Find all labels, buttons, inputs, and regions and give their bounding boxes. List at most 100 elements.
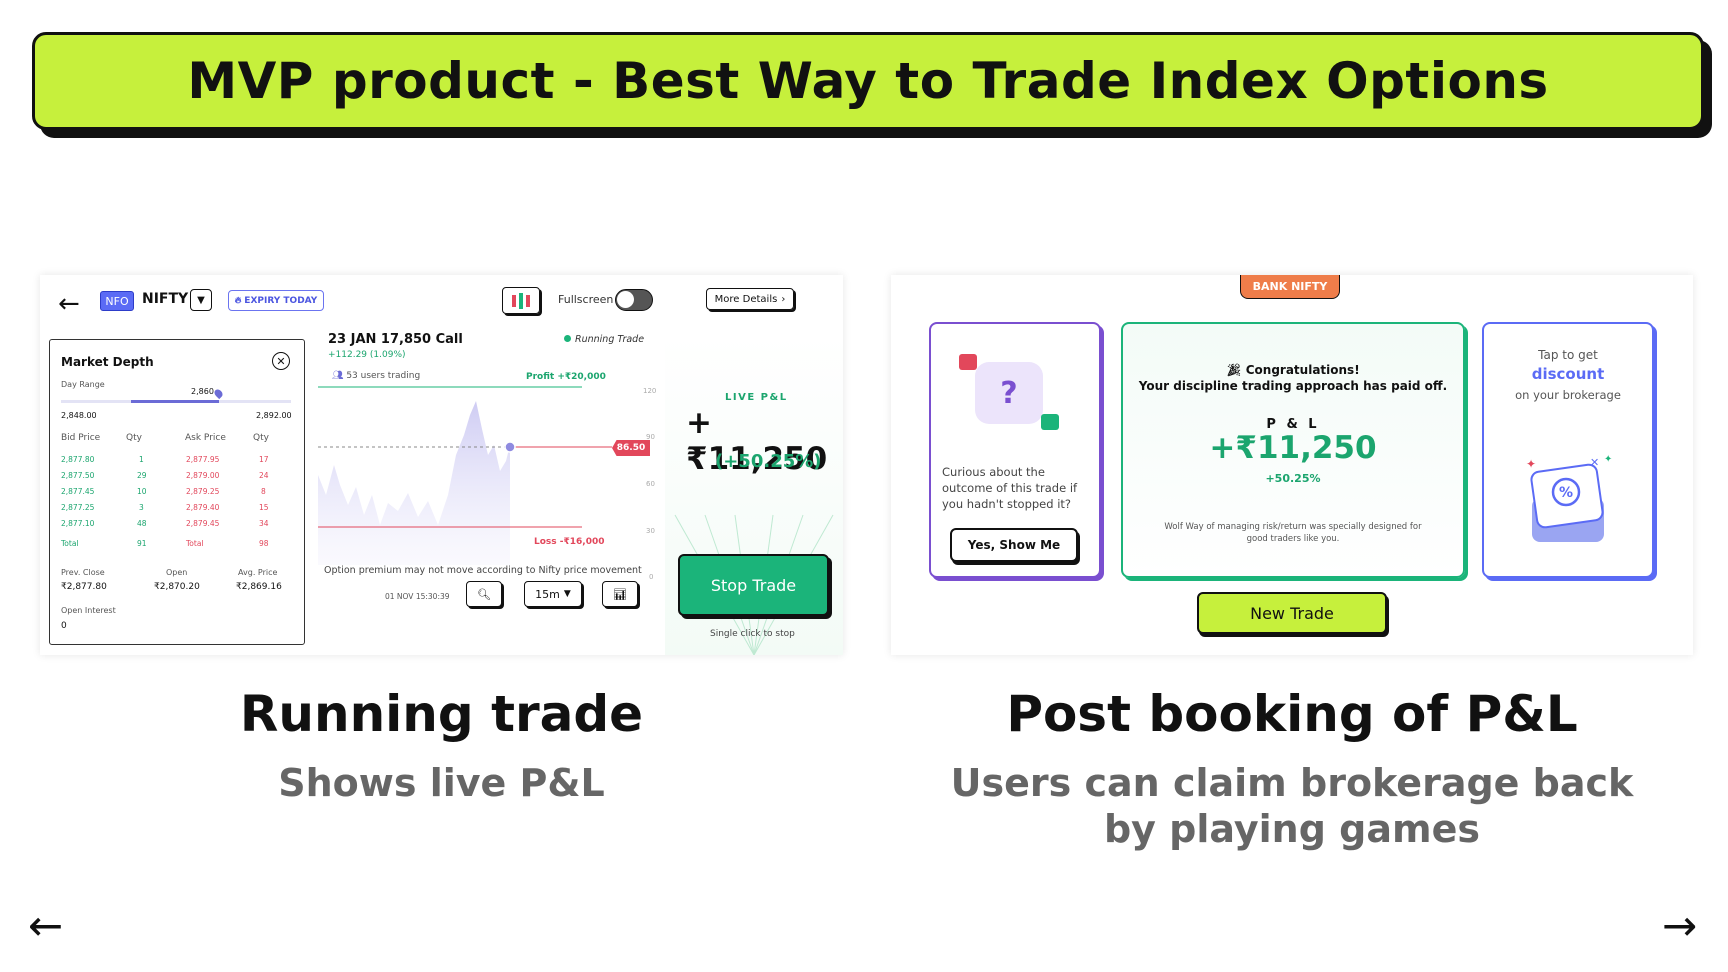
bank-nifty-tag: BANK NIFTY [1240,275,1340,299]
more-details-button[interactable]: More Details › [706,288,794,310]
post-booking-subcaption: Users can claim brokerage back by playin… [950,761,1634,851]
total-bid-label: Total [61,539,79,548]
depth-row: 2,877.10 48 2,879.45 34 [61,519,293,534]
banner-title: MVP product - Best Way to Trade Index Op… [187,52,1549,110]
loss-limit-label: Loss -₹16,000 [534,537,605,547]
sparkle-icon: ✦ [1526,457,1536,471]
question-bubble-icon: ? [975,362,1043,424]
back-arrow-icon[interactable]: ← [58,289,80,319]
ask-qty: 34 [259,519,269,528]
pl-value: +₹11,250 [1209,430,1377,466]
ask-price: 2,879.25 [186,487,220,496]
congrats-title: 🎉︎ Congratulations! Your discipline trad… [1123,362,1463,394]
ask-qty: 24 [259,471,269,480]
toggle-knob [617,291,634,308]
yes-show-me-button[interactable]: Yes, Show Me [950,528,1078,562]
bid-price: 2,877.50 [61,471,95,480]
congrats-heading: Congratulations! [1245,363,1360,377]
thumbs-up-icon [1041,414,1059,430]
header-bid-price: Bid Price [61,433,101,443]
bid-price: 2,877.10 [61,519,95,528]
profit-target-label: Profit +₹20,000 [526,372,606,382]
day-range-bar [61,400,291,403]
ask-qty: 15 [259,503,269,512]
post-booking-caption: Post booking of P&L [1006,685,1578,743]
congrats-line-2: Your discipline trading approach has pai… [1138,379,1448,393]
bid-qty: 10 [137,487,147,496]
next-slide-arrow-icon[interactable]: → [1662,905,1697,947]
open-value: ₹2,870.20 [154,582,200,592]
previous-slide-arrow-icon[interactable]: ← [28,905,63,947]
expiry-label: EXPIRY TODAY [244,295,318,306]
day-high: 2,892.00 [256,411,292,420]
day-low: 2,848.00 [61,411,97,420]
current-price-dot [504,441,516,453]
running-trade-subcaption: Shows live P&L [278,761,605,805]
running-trade-screen: ← NFO NIFTY ▼ 🔥︎ EXPIRY TODAY Fullscreen … [40,275,843,655]
total-ask-qty: 98 [259,539,269,548]
candlestick-chart-button[interactable] [502,287,540,314]
bid-qty: 29 [137,471,147,480]
brokerage-label: on your brokerage [1515,388,1621,402]
price-chart [318,386,612,565]
ask-price: 2,879.00 [186,471,220,480]
interval-dropdown[interactable]: 15m ▼ [524,581,582,607]
discount-gift-icon: % ✦ ✕ ✦ [1526,454,1612,542]
depth-row: 2,877.50 29 2,879.00 24 [61,471,293,486]
discount-card[interactable]: Tap to get discount on your brokerage % … [1482,322,1654,578]
running-trade-label: Running Trade [575,334,645,345]
prev-close-value: ₹2,877.80 [61,582,107,592]
open-interest-label: Open Interest [61,606,116,615]
header-ask-qty: Qty [253,433,269,443]
stop-trade-button[interactable]: Stop Trade [678,554,829,616]
chart-timestamp: 01 NOV 15:30:39 [385,592,450,601]
running-trade-status: Running Trade [564,334,644,345]
total-ask-label: Total [186,539,204,548]
y-axis-tick: 0 [649,573,654,581]
close-x-icon: ✕ [1590,456,1599,469]
depth-row: 2,877.25 3 2,879.40 15 [61,503,293,518]
expiry-badge: 🔥︎ EXPIRY TODAY [228,290,324,311]
indicators-button[interactable]: 📊︎ [602,581,638,607]
fullscreen-label: Fullscreen [558,293,614,306]
option-change: +112.29 (1.09%) [328,350,406,360]
status-dot-icon [564,335,571,342]
congrats-line-1: 🎉︎ Congratulations! [1123,362,1463,378]
location-pin-icon [212,387,225,400]
search-chart-icon: 🔍︎ [477,587,491,601]
prev-close-label: Prev. Close [61,568,105,577]
bid-price: 2,877.25 [61,503,95,512]
segment-badge: NFO [100,291,134,311]
ask-price: 2,877.95 [186,455,220,464]
open-label: Open [166,568,188,577]
close-icon[interactable]: ✕ [272,352,290,370]
depth-total-row: Total 91 Total 98 [61,539,293,554]
open-interest-value: 0 [61,621,67,631]
ask-price: 2,879.45 [186,519,220,528]
new-trade-button[interactable]: New Trade [1197,592,1387,634]
ask-qty: 8 [261,487,266,496]
candle-red-icon [512,294,516,307]
market-depth-title: Market Depth [61,355,154,369]
avg-price-label: Avg. Price [238,568,278,577]
option-title: 23 JAN 17,850 Call [328,332,463,347]
bid-qty: 1 [139,455,144,464]
price-area [318,401,510,565]
chevron-down-icon[interactable]: ▼ [190,289,212,311]
y-axis-tick: 60 [646,480,655,488]
percent-glyph: % [1559,485,1573,501]
chevron-down-icon: ▼ [563,589,571,599]
congrats-card: 🎉︎ Congratulations! Your discipline trad… [1121,322,1465,578]
live-pl-percent: (+50.25%) [715,451,822,472]
curious-card[interactable]: ? Curious about the outcome of this trad… [929,322,1101,578]
fullscreen-toggle[interactable] [615,289,653,311]
zoom-search-button[interactable]: 🔍︎ [466,581,502,607]
market-depth-panel: Market Depth ✕ Day Range 2,860 2,848.00 … [49,339,305,645]
bid-qty: 48 [137,519,147,528]
chevron-right-icon: › [781,293,786,305]
wolf-way-note: Wolf Way of managing risk/return was spe… [1164,522,1422,544]
day-range-fill [131,400,219,403]
candle-red-icon [526,294,530,307]
bid-price: 2,877.80 [61,455,95,464]
depth-row: 2,877.45 10 2,879.25 8 [61,487,293,502]
